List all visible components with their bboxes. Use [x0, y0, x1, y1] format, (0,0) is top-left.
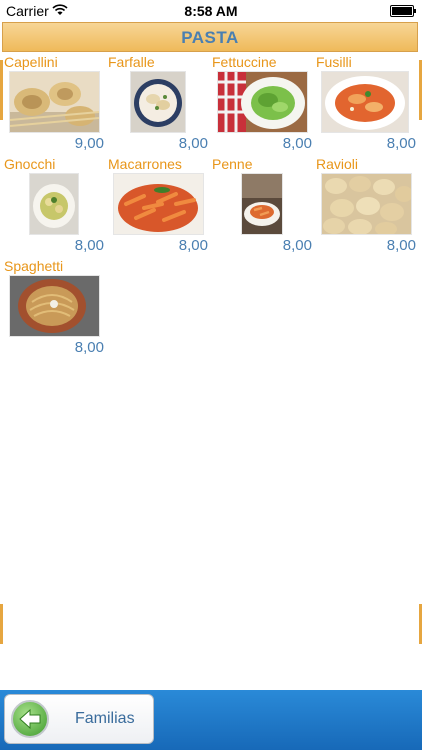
product-item-farfalle[interactable]: Farfalle 8,00 — [104, 52, 208, 154]
back-to-families-button[interactable]: Familias — [4, 694, 154, 744]
product-name: Fusilli — [316, 54, 352, 70]
gnocchi-image — [30, 174, 78, 234]
farfalle-image — [131, 72, 185, 132]
product-name: Gnocchi — [4, 156, 56, 172]
page-title: PASTA — [2, 22, 418, 52]
product-name: Penne — [212, 156, 253, 172]
back-arrow-icon — [11, 700, 49, 738]
product-price: 8,00 — [386, 135, 416, 152]
product-name: Capellini — [4, 54, 58, 70]
fettuccine-image — [218, 72, 307, 132]
product-price: 9,00 — [74, 135, 104, 152]
product-item-ravioli[interactable]: Ravioli 8,00 — [312, 154, 416, 256]
product-name: Macarrones — [108, 156, 182, 172]
product-item-spaghetti[interactable]: Spaghetti 8,00 — [0, 256, 104, 358]
back-button-label: Familias — [75, 710, 135, 727]
product-name: Ravioli — [316, 156, 359, 172]
product-price: 8,00 — [282, 135, 312, 152]
product-item-gnocchi[interactable]: Gnocchi 8,00 — [0, 154, 104, 256]
status-bar: Carrier 8:58 AM — [0, 0, 422, 22]
product-name: Fettuccine — [212, 54, 277, 70]
clock: 8:58 AM — [184, 3, 238, 19]
spaghetti-image — [10, 276, 99, 336]
ravioli-image — [322, 174, 411, 234]
battery-icon — [390, 5, 416, 17]
product-price: 8,00 — [178, 135, 208, 152]
product-price: 8,00 — [282, 237, 312, 254]
capellini-image — [10, 72, 99, 132]
product-price: 8,00 — [178, 237, 208, 254]
product-price: 8,00 — [74, 237, 104, 254]
product-item-macarrones[interactable]: Macarrones 8,00 — [104, 154, 208, 256]
macarrones-image — [114, 174, 203, 234]
product-name: Spaghetti — [4, 258, 64, 274]
product-price: 8,00 — [74, 339, 104, 356]
fusilli-image — [322, 72, 408, 132]
product-name: Farfalle — [108, 54, 155, 70]
bottom-toolbar: Familias — [0, 690, 422, 750]
product-item-penne[interactable]: Penne 8,00 — [208, 154, 312, 256]
product-item-capellini[interactable]: Capellini 9,00 — [0, 52, 104, 154]
penne-image — [242, 174, 282, 234]
product-item-fettuccine[interactable]: Fettuccine 8,00 — [208, 52, 312, 154]
product-item-fusilli[interactable]: Fusilli 8,00 — [312, 52, 416, 154]
left-edge-decoration — [0, 604, 3, 644]
product-price: 8,00 — [386, 237, 416, 254]
